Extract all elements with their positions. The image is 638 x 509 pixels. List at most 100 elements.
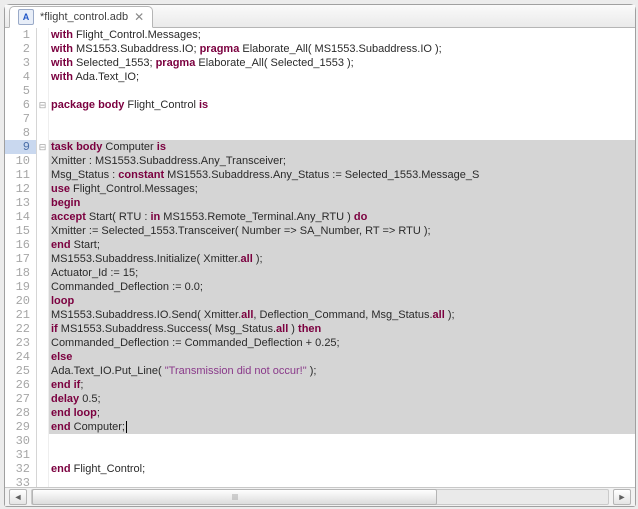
code-text[interactable]: Msg_Status : constant MS1553.Subaddress.…	[49, 168, 635, 182]
line-number[interactable]: 25	[5, 364, 37, 378]
line-number[interactable]: 4	[5, 70, 37, 84]
code-text[interactable]: with Flight_Control.Messages;	[49, 28, 635, 42]
code-line[interactable]: 6⊟package body Flight_Control is	[5, 98, 635, 112]
line-number[interactable]: 20	[5, 294, 37, 308]
line-number[interactable]: 26	[5, 378, 37, 392]
tab-flight-control[interactable]: A *flight_control.adb ✕	[9, 6, 153, 28]
code-line[interactable]: 17 MS1553.Subaddress.Initialize( Xmitter.…	[5, 252, 635, 266]
code-line[interactable]: 7	[5, 112, 635, 126]
code-line[interactable]: 8	[5, 126, 635, 140]
code-text[interactable]: loop	[49, 294, 635, 308]
scroll-thumb[interactable]	[32, 489, 437, 505]
line-number[interactable]: 17	[5, 252, 37, 266]
code-text[interactable]	[49, 112, 635, 126]
code-line[interactable]: 19 Commanded_Deflection := 0.0;	[5, 280, 635, 294]
line-number[interactable]: 18	[5, 266, 37, 280]
code-text[interactable]: Xmitter := Selected_1553.Transceiver( Nu…	[49, 224, 635, 238]
code-line[interactable]: 29 end Computer;	[5, 420, 635, 434]
code-text[interactable]: Commanded_Deflection := Commanded_Deflec…	[49, 336, 635, 350]
line-number[interactable]: 28	[5, 406, 37, 420]
code-text[interactable]: use Flight_Control.Messages;	[49, 182, 635, 196]
line-number[interactable]: 1	[5, 28, 37, 42]
fold-toggle-icon[interactable]: ⊟	[37, 140, 49, 154]
code-text[interactable]	[49, 448, 635, 462]
code-text[interactable]	[49, 476, 635, 487]
scroll-left-button[interactable]: ◄	[9, 489, 27, 505]
code-line[interactable]: 11 Msg_Status : constant MS1553.Subaddre…	[5, 168, 635, 182]
line-number[interactable]: 22	[5, 322, 37, 336]
line-number[interactable]: 19	[5, 280, 37, 294]
code-text[interactable]: with Ada.Text_IO;	[49, 70, 635, 84]
code-text[interactable]: delay 0.5;	[49, 392, 635, 406]
code-text[interactable]: end Computer;	[49, 420, 635, 434]
line-number[interactable]: 27	[5, 392, 37, 406]
code-text[interactable]: Actuator_Id := 15;	[49, 266, 635, 280]
code-text[interactable]: end loop;	[49, 406, 635, 420]
line-number[interactable]: 21	[5, 308, 37, 322]
line-number[interactable]: 12	[5, 182, 37, 196]
line-number[interactable]: 15	[5, 224, 37, 238]
line-number[interactable]: 7	[5, 112, 37, 126]
code-line[interactable]: 26 end if;	[5, 378, 635, 392]
line-number[interactable]: 6	[5, 98, 37, 112]
fold-toggle-icon[interactable]: ⊟	[37, 98, 49, 112]
code-line[interactable]: 5	[5, 84, 635, 98]
code-line[interactable]: 27 delay 0.5;	[5, 392, 635, 406]
line-number[interactable]: 10	[5, 154, 37, 168]
code-text[interactable]	[49, 84, 635, 98]
line-number[interactable]: 16	[5, 238, 37, 252]
line-number[interactable]: 14	[5, 210, 37, 224]
code-line[interactable]: 2 with MS1553.Subaddress.IO; pragma Elabo…	[5, 42, 635, 56]
code-line[interactable]: 22 if MS1553.Subaddress.Success( Msg_Sta…	[5, 322, 635, 336]
code-line[interactable]: 28 end loop;	[5, 406, 635, 420]
code-line[interactable]: 31	[5, 448, 635, 462]
code-line[interactable]: 4 with Ada.Text_IO;	[5, 70, 635, 84]
code-text[interactable]	[49, 434, 635, 448]
line-number[interactable]: 9	[5, 140, 37, 154]
code-text[interactable]: Commanded_Deflection := 0.0;	[49, 280, 635, 294]
code-text[interactable]: end Start;	[49, 238, 635, 252]
scroll-right-button[interactable]: ►	[613, 489, 631, 505]
line-number[interactable]: 8	[5, 126, 37, 140]
code-line[interactable]: 16 end Start;	[5, 238, 635, 252]
line-number[interactable]: 3	[5, 56, 37, 70]
close-icon[interactable]: ✕	[134, 11, 144, 23]
code-text[interactable]: with Selected_1553; pragma Elaborate_All…	[49, 56, 635, 70]
code-text[interactable]: with MS1553.Subaddress.IO; pragma Elabor…	[49, 42, 635, 56]
code-line[interactable]: 18 Actuator_Id := 15;	[5, 266, 635, 280]
line-number[interactable]: 13	[5, 196, 37, 210]
code-text[interactable]: accept Start( RTU : in MS1553.Remote_Ter…	[49, 210, 635, 224]
code-line[interactable]: 12 use Flight_Control.Messages;	[5, 182, 635, 196]
code-text[interactable]: end Flight_Control;	[49, 462, 635, 476]
code-text[interactable]: else	[49, 350, 635, 364]
code-line[interactable]: 3 with Selected_1553; pragma Elaborate_Al…	[5, 56, 635, 70]
line-number[interactable]: 30	[5, 434, 37, 448]
code-editor[interactable]: 1 with Flight_Control.Messages; 2 with MS15…	[5, 28, 635, 487]
code-text[interactable]: if MS1553.Subaddress.Success( Msg_Status…	[49, 322, 635, 336]
code-text[interactable]: begin	[49, 196, 635, 210]
code-line[interactable]: 15 Xmitter := Selected_1553.Transceiver(…	[5, 224, 635, 238]
code-line[interactable]: 20 loop	[5, 294, 635, 308]
line-number[interactable]: 32	[5, 462, 37, 476]
line-number[interactable]: 29	[5, 420, 37, 434]
code-line[interactable]: 24 else	[5, 350, 635, 364]
code-line[interactable]: 9⊟ task body Computer is	[5, 140, 635, 154]
code-text[interactable]	[49, 126, 635, 140]
scroll-track[interactable]	[31, 489, 609, 505]
code-text[interactable]: MS1553.Subaddress.Initialize( Xmitter.al…	[49, 252, 635, 266]
code-text[interactable]: package body Flight_Control is	[49, 98, 635, 112]
line-number[interactable]: 2	[5, 42, 37, 56]
code-text[interactable]: Ada.Text_IO.Put_Line( "Transmission did …	[49, 364, 635, 378]
code-line[interactable]: 33	[5, 476, 635, 487]
code-line[interactable]: 13 begin	[5, 196, 635, 210]
code-line[interactable]: 23 Commanded_Deflection := Commanded_Def…	[5, 336, 635, 350]
code-line[interactable]: 21 MS1553.Subaddress.IO.Send( Xmitter.al…	[5, 308, 635, 322]
line-number[interactable]: 33	[5, 476, 37, 487]
horizontal-scrollbar[interactable]: ◄ ►	[5, 487, 635, 506]
line-number[interactable]: 31	[5, 448, 37, 462]
line-number[interactable]: 11	[5, 168, 37, 182]
line-number[interactable]: 23	[5, 336, 37, 350]
code-line[interactable]: 10 Xmitter : MS1553.Subaddress.Any_Trans…	[5, 154, 635, 168]
line-number[interactable]: 24	[5, 350, 37, 364]
code-text[interactable]: MS1553.Subaddress.IO.Send( Xmitter.all, …	[49, 308, 635, 322]
